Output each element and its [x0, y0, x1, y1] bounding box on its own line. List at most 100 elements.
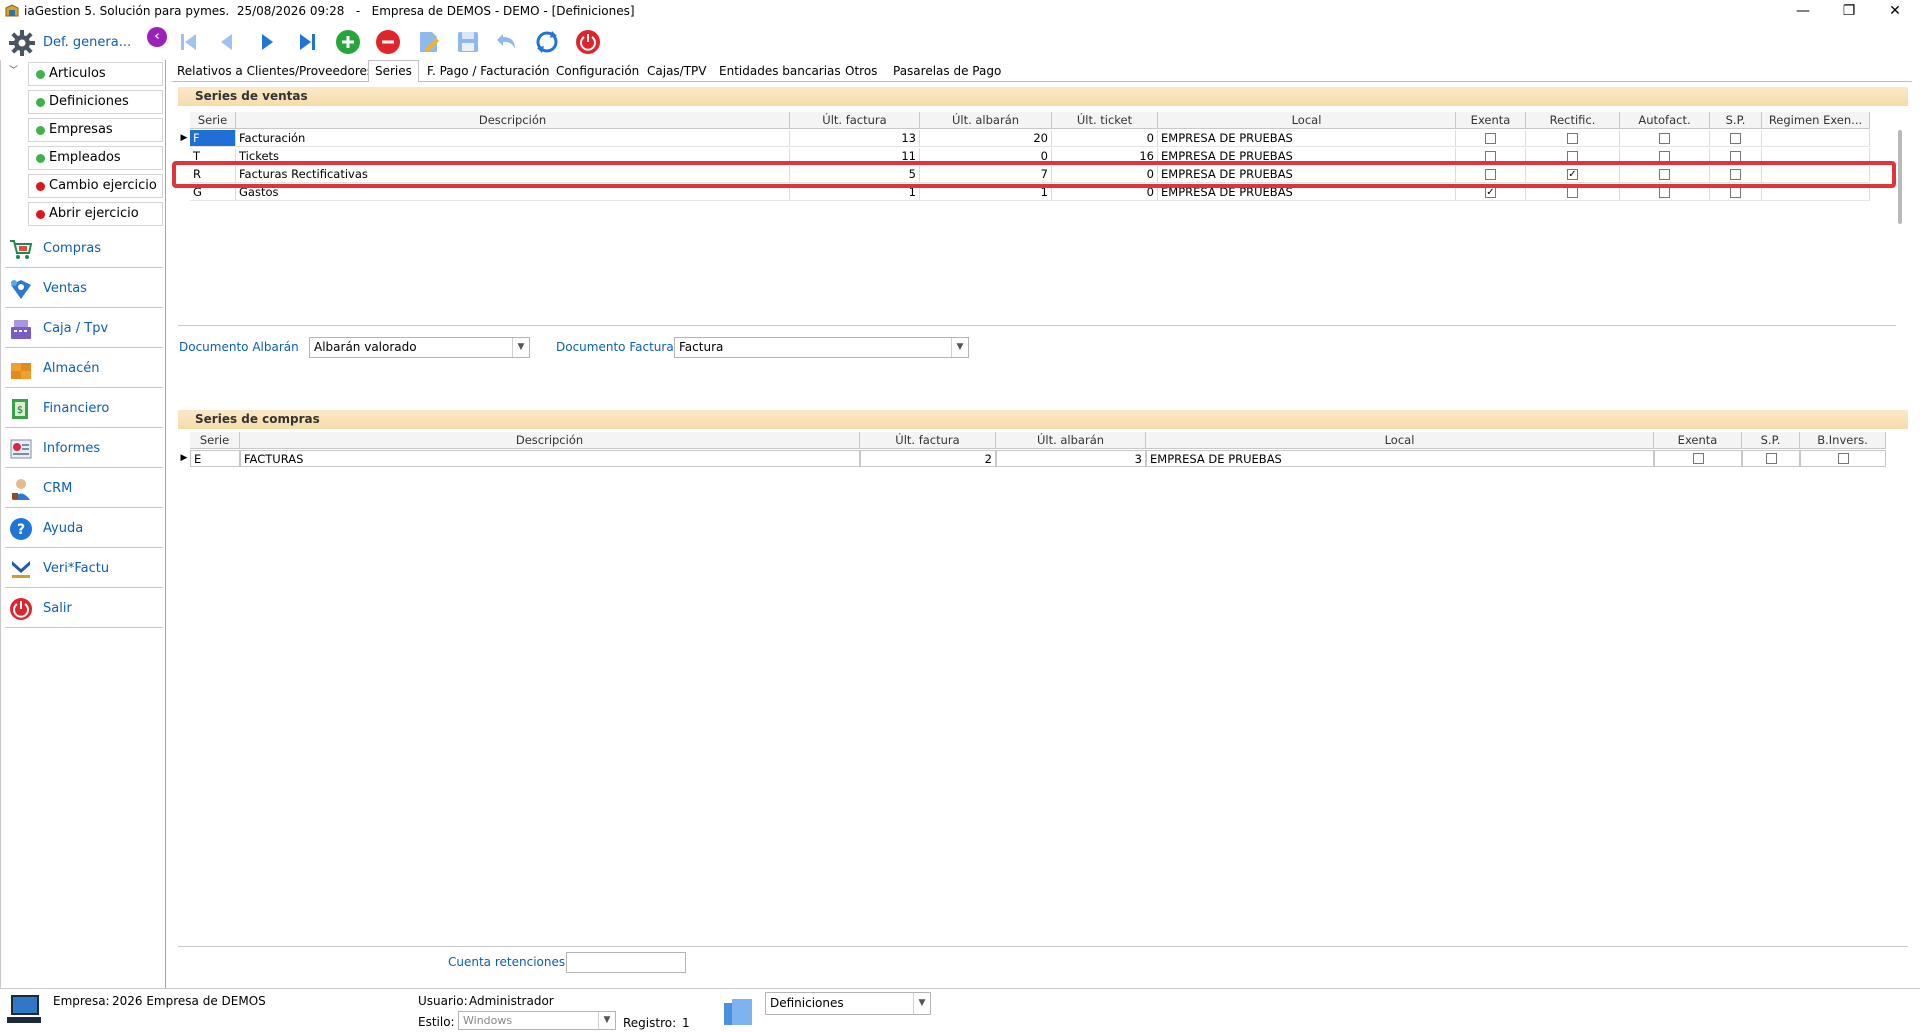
chevron-down-icon[interactable]: ﹀ [9, 63, 18, 76]
column-header[interactable]: Exenta [1456, 112, 1526, 129]
sidebar-item-crm[interactable]: CRM [5, 469, 163, 508]
column-header[interactable]: Serie [190, 112, 236, 129]
table-cell-autofact[interactable] [1620, 130, 1710, 147]
column-header[interactable]: Descripción [240, 432, 860, 449]
table-cell-regimen[interactable] [1762, 130, 1870, 147]
column-header[interactable]: Local [1158, 112, 1456, 129]
column-header[interactable]: Últ. factura [790, 112, 920, 129]
column-header[interactable]: Últ. factura [860, 432, 996, 449]
column-header[interactable]: B.Invers. [1800, 432, 1886, 449]
section-header[interactable]: Def. genera... [6, 26, 164, 58]
refresh-icon[interactable] [534, 29, 560, 55]
maximize-button[interactable]: ❐ [1826, 0, 1872, 22]
chevron-down-icon[interactable]: ▼ [598, 1012, 615, 1029]
tab-series[interactable]: Series [368, 60, 419, 82]
sidebar-item-compras[interactable]: Compras [5, 229, 163, 268]
delete-record-icon[interactable] [375, 29, 401, 55]
sidebar-item-caja-tpv[interactable]: Caja / Tpv [5, 309, 163, 348]
column-header[interactable]: Últ. albarán [920, 112, 1052, 129]
column-header[interactable]: Exenta [1654, 432, 1742, 449]
add-record-icon[interactable] [335, 29, 361, 55]
first-record-icon[interactable] [176, 29, 202, 55]
tab-fpago-facturacion[interactable]: F. Pago / Facturación [427, 64, 550, 78]
chevron-down-icon[interactable]: ▼ [512, 338, 529, 357]
table-cell-serie[interactable]: E [190, 450, 240, 467]
table-cell-sp[interactable] [1742, 450, 1800, 467]
column-header[interactable]: S.P. [1710, 112, 1762, 129]
table-cell-ult_albaran[interactable]: 20 [920, 130, 1052, 147]
column-header[interactable]: S.P. [1742, 432, 1800, 449]
table-cell-exenta[interactable] [1456, 130, 1526, 147]
table-cell-ult_albaran[interactable]: 3 [996, 450, 1146, 467]
checkbox[interactable] [1730, 150, 1741, 162]
table-cell-ult_factura[interactable]: 13 [790, 130, 920, 147]
sidebar-item-informes[interactable]: Informes [5, 429, 163, 468]
column-header[interactable]: Últ. albarán [996, 432, 1146, 449]
checkbox[interactable] [1692, 453, 1704, 464]
sidebar-subitem-articulos[interactable]: Articulos [28, 62, 163, 86]
checkbox[interactable] [1567, 132, 1578, 144]
save-record-icon[interactable] [455, 29, 481, 55]
checkbox[interactable] [1659, 132, 1670, 144]
tab-cajas-tpv[interactable]: Cajas/TPV [647, 64, 707, 78]
tab-configuracion[interactable]: Configuración [556, 64, 639, 78]
sidebar-item-salir[interactable]: Salir [5, 589, 163, 628]
table-cell-exenta[interactable] [1654, 450, 1742, 467]
documento-factura-select[interactable]: Factura ▼ [674, 337, 969, 358]
estilo-select[interactable]: Windows ▼ [458, 1011, 616, 1030]
checkbox[interactable] [1730, 186, 1741, 198]
checkbox[interactable] [1659, 186, 1670, 198]
table-cell-descripcion[interactable]: FACTURAS [240, 450, 860, 467]
column-header[interactable]: Últ. ticket [1052, 112, 1158, 129]
last-record-icon[interactable] [294, 29, 320, 55]
table-cell-serie[interactable]: F [190, 130, 236, 147]
sidebar-subitem-cambio-ejercicio[interactable]: Cambio ejercicio [28, 174, 163, 198]
table-cell-rectific[interactable] [1526, 130, 1620, 147]
cuenta-retenciones-input[interactable] [566, 952, 686, 973]
module-select[interactable]: Definiciones ▼ [765, 992, 931, 1015]
sidebar-subitem-empleados[interactable]: Empleados [28, 146, 163, 170]
table-cell-binvers[interactable] [1800, 450, 1886, 467]
grid-scrollbar[interactable] [1898, 130, 1902, 224]
next-record-icon[interactable] [254, 29, 280, 55]
close-button[interactable]: ✕ [1872, 0, 1918, 22]
sidebar-subitem-abrir-ejercicio[interactable]: Abrir ejercicio [28, 202, 163, 226]
column-header[interactable]: Autofact. [1620, 112, 1710, 129]
sidebar-item-ventas[interactable]: Ventas [5, 269, 163, 308]
power-icon[interactable] [575, 29, 601, 55]
undo-icon[interactable] [494, 29, 520, 55]
minimize-button[interactable]: — [1780, 0, 1826, 22]
sidebar-item-ayuda[interactable]: ? Ayuda [5, 509, 163, 548]
checkbox[interactable] [1765, 453, 1777, 464]
checkbox[interactable] [1567, 186, 1578, 198]
table-cell-sp[interactable] [1710, 130, 1762, 147]
table-cell-local[interactable]: EMPRESA DE PRUEBAS [1146, 450, 1654, 467]
table-cell-local[interactable]: EMPRESA DE PRUEBAS [1158, 130, 1456, 147]
prev-record-icon[interactable] [214, 29, 240, 55]
table-cell-descripcion[interactable]: Facturación [236, 130, 790, 147]
column-header[interactable]: Local [1146, 432, 1654, 449]
checkbox[interactable] [1485, 150, 1496, 162]
column-header[interactable]: Descripción [236, 112, 790, 129]
checkbox[interactable]: ✓ [1485, 186, 1496, 198]
tab-otros[interactable]: Otros [845, 64, 877, 78]
checkbox[interactable] [1485, 132, 1496, 144]
sidebar-subitem-empresas[interactable]: Empresas [28, 118, 163, 142]
sidebar-item-financiero[interactable]: $ Financiero [5, 389, 163, 428]
documento-albaran-select[interactable]: Albarán valorado ▼ [309, 337, 530, 358]
tab-pasarelas-pago[interactable]: Pasarelas de Pago [893, 64, 1001, 78]
edit-record-icon[interactable] [416, 29, 442, 55]
column-header[interactable]: Serie [190, 432, 240, 449]
collapse-sidebar-button[interactable]: ‹ [147, 27, 167, 47]
table-cell-ult_factura[interactable]: 2 [860, 450, 996, 467]
checkbox[interactable] [1659, 150, 1670, 162]
tab-relativos[interactable]: Relativos a Clientes/Proveedores [177, 64, 373, 78]
sidebar-item-almacen[interactable]: Almacén [5, 349, 163, 388]
column-header[interactable]: Regimen Exen... [1762, 112, 1870, 129]
chevron-down-icon[interactable]: ▼ [951, 338, 968, 357]
checkbox[interactable] [1730, 132, 1741, 144]
chevron-down-icon[interactable]: ▼ [913, 993, 930, 1014]
sidebar-subitem-definiciones[interactable]: Definiciones [28, 90, 163, 114]
checkbox[interactable] [1837, 453, 1849, 464]
column-header[interactable]: Rectific. [1526, 112, 1620, 129]
